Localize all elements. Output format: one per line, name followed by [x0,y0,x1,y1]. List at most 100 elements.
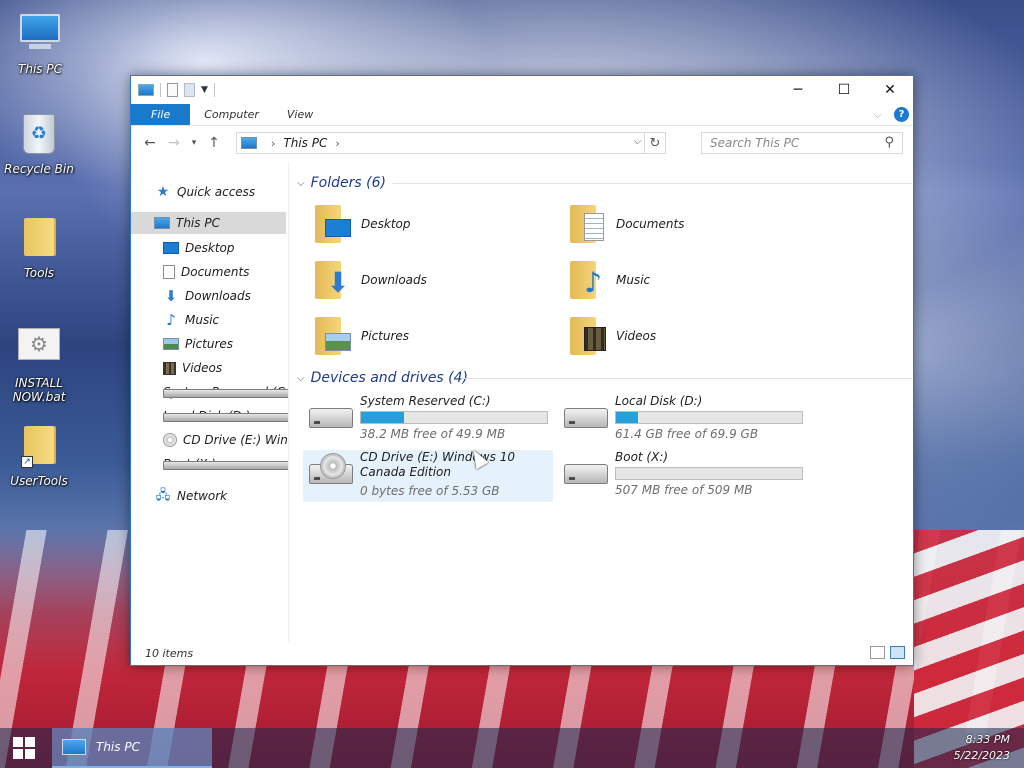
nav-item-videos[interactable]: Videos [163,357,222,379]
address-dropdown-icon[interactable]: ⌵ [633,136,641,147]
help-icon[interactable]: ? [894,107,909,122]
folders-group-header[interactable]: ⌵ Folders (6) [297,172,912,194]
start-button[interactable] [0,728,48,768]
folder-tile-desktop[interactable]: Desktop [313,199,411,249]
details-view-button[interactable] [870,646,885,659]
folder-name: Videos [616,329,657,343]
windows-logo-icon [13,737,35,759]
nav-item-cd-drive[interactable]: CD Drive (E:) Windows 10 Canada Edition [163,429,288,451]
desktop-icon-label: This PC [18,62,62,76]
expand-ribbon-icon[interactable]: ⌵ [874,108,882,122]
desktop-icon-label: UserTools [10,474,68,488]
drive-name: CD Drive (E:) Windows 10 Canada Edition [360,450,515,479]
drive-free-space: 61.4 GB free of 69.9 GB [615,427,759,441]
nav-item-network[interactable]: 🖧 Network [155,485,227,507]
desktop-icon-this-pc[interactable]: This PC [2,10,78,76]
tab-computer[interactable]: Computer [190,104,273,125]
drive-usage-fill [616,412,639,423]
videos-folder-icon [568,315,608,357]
breadcrumb-this-pc[interactable]: This PC [283,136,327,150]
back-button[interactable]: ← [139,132,161,154]
downloads-folder-icon: ⬇ [313,259,353,301]
folder-tile-pictures[interactable]: Pictures [313,311,409,361]
desktop-icon-tools[interactable]: Tools [1,216,77,280]
folder-name: Documents [616,217,685,231]
desktop-icon-install-now[interactable]: ⚙ INSTALL NOW.bat [1,322,77,404]
nav-item-documents[interactable]: Documents [163,261,249,283]
desktop-icon-label: Recycle Bin [4,162,74,176]
navigation-bar: ← → ▾ ↑ › This PC › ⌵ ↻ Search This PC ⚲ [131,126,913,159]
this-pc-icon [138,84,154,96]
pictures-icon [163,338,179,350]
window-controls: ─ ☐ ✕ [775,76,913,104]
collapse-chevron-icon[interactable]: ⌵ [297,178,305,189]
nav-item-boot[interactable]: Boot (X:) [163,453,288,475]
drive-usage-bar [360,411,548,424]
cd-drive-icon [309,453,353,484]
nav-item-system-reserved[interactable]: System Reserved (C:) [163,381,288,403]
desktop-icon-usertools[interactable]: ↗ UserTools [1,424,77,488]
film-strip-icon [163,361,176,375]
breadcrumb-chevron-icon[interactable]: › [335,137,339,150]
taskbar-item-this-pc[interactable]: This PC [52,728,212,768]
quick-access-toolbar: ▼ [131,83,215,97]
this-pc-icon [62,739,86,755]
nav-item-quick-access[interactable]: ★ Quick access [155,181,255,203]
search-input[interactable]: Search This PC ⚲ [701,132,903,154]
drive-tile-boot[interactable]: Boot (X:) 507 MB free of 509 MB [558,450,808,502]
ribbon-tabs: File Computer View ⌵ ? [131,104,913,126]
title-bar[interactable]: ▼ ─ ☐ ✕ [131,76,913,104]
properties-icon[interactable] [167,83,178,97]
nav-item-downloads[interactable]: ⬇ Downloads [163,285,251,307]
drive-free-space: 507 MB free of 509 MB [615,483,753,497]
collapse-chevron-icon[interactable]: ⌵ [297,373,305,384]
address-bar[interactable]: › This PC › ⌵ ↻ [236,132,666,154]
music-folder-icon: ♪ [568,259,608,301]
tab-view[interactable]: View [273,104,327,125]
desktop-folder-icon [313,203,353,245]
this-pc-icon [154,217,170,229]
recent-locations-icon[interactable]: ▾ [187,132,201,154]
nav-item-label: Quick access [177,185,256,199]
folder-shortcut-icon: ↗ [17,426,61,470]
taskbar-item-label: This PC [96,740,140,754]
nav-item-desktop[interactable]: Desktop [163,237,235,259]
drives-group-header[interactable]: ⌵ Devices and drives (4) [297,367,912,389]
breadcrumb-chevron-icon[interactable]: › [271,137,275,150]
star-icon: ★ [156,184,170,200]
large-icons-view-button[interactable] [890,646,905,659]
drive-tile-system-reserved[interactable]: System Reserved (C:) 38.2 MB free of 49.… [303,394,553,446]
folder-icon [17,218,61,262]
system-clock[interactable]: 8:33 PM 5/22/2023 [954,732,1010,764]
content-pane: ⌵ Folders (6) Desktop Documents ⬇ Downlo… [293,162,913,642]
nav-item-music[interactable]: ♪ Music [163,309,219,331]
drive-tile-cd-drive[interactable]: CD Drive (E:) Windows 10 Canada Edition … [303,450,553,502]
drive-free-space: 0 bytes free of 5.53 GB [360,484,500,498]
search-icon[interactable]: ⚲ [884,135,894,150]
computer-icon [18,14,62,58]
folder-name: Downloads [361,273,427,287]
folder-tile-music[interactable]: ♪ Music [568,255,650,305]
forward-button[interactable]: → [163,132,185,154]
new-folder-icon[interactable] [184,83,195,97]
music-note-icon: ♪ [166,311,176,329]
search-placeholder: Search This PC [710,136,800,150]
minimize-button[interactable]: ─ [775,76,821,104]
drive-tile-local-disk[interactable]: Local Disk (D:) 61.4 GB free of 69.9 GB [558,394,808,446]
maximize-button[interactable]: ☐ [821,76,867,104]
item-count: 10 items [145,646,194,660]
folder-tile-downloads[interactable]: ⬇ Downloads [313,255,427,305]
nav-item-this-pc[interactable]: This PC [131,212,286,234]
desktop-icon-recycle-bin[interactable]: Recycle Bin [1,112,77,176]
folder-tile-documents[interactable]: Documents [568,199,684,249]
nav-item-local-disk[interactable]: Local Disk (D:) [163,405,288,427]
refresh-button[interactable]: ↻ [644,133,665,153]
nav-item-pictures[interactable]: Pictures [163,333,233,355]
folder-tile-videos[interactable]: Videos [568,311,656,361]
file-explorer-window[interactable]: ▼ ─ ☐ ✕ File Computer View ⌵ ? ← → ▾ ↑ ›… [130,75,914,666]
up-button[interactable]: ↑ [203,132,225,154]
group-divider [462,378,912,379]
customize-toolbar-icon[interactable]: ▼ [201,85,208,95]
tab-file[interactable]: File [131,104,191,125]
close-button[interactable]: ✕ [867,76,913,104]
